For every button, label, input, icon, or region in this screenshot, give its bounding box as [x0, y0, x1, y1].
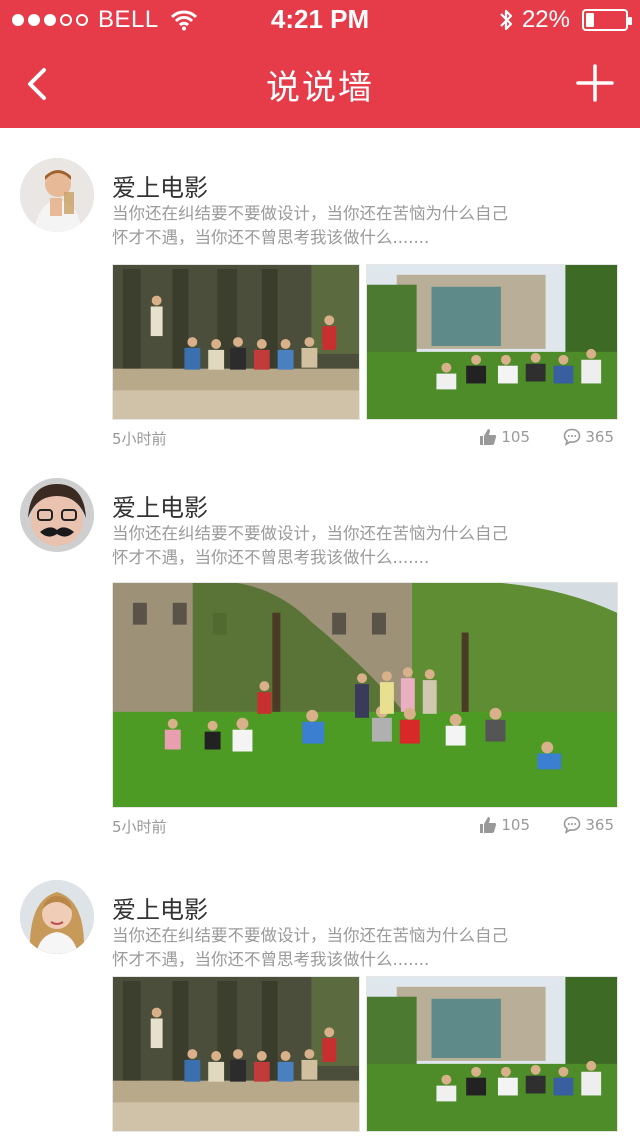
thumbs-up-icon: [480, 429, 497, 445]
nav-bar: 说说墙: [0, 40, 640, 128]
post-content-line: 怀才不遇，当你还不曾思考我该做什么.......: [112, 950, 430, 969]
like-button[interactable]: 105: [479, 816, 530, 834]
post-photo[interactable]: [366, 264, 618, 420]
post-content: 当你还在纠结要不要做设计，当你还在苦恼为什么自己 怀才不遇，当你还不曾思考我该做…: [112, 924, 552, 972]
username[interactable]: 爱上电影: [112, 488, 208, 523]
like-count: 105: [501, 428, 530, 446]
post-time: 5小时前: [112, 430, 167, 448]
status-bar: BELL 4:21 PM 22%: [0, 0, 640, 40]
plus-icon[interactable]: [576, 64, 614, 102]
comment-icon: [564, 428, 581, 446]
username[interactable]: 爱上电影: [112, 890, 208, 925]
post-meta: 5小时前 105 365: [112, 428, 618, 452]
post-meta: 5小时前 105 365: [112, 816, 618, 840]
username[interactable]: 爱上电影: [112, 168, 208, 203]
like-count: 105: [501, 816, 530, 834]
header: BELL 4:21 PM 22% 说说墙: [0, 0, 640, 128]
photo-grid: [112, 264, 618, 420]
photo-grid: [112, 582, 618, 808]
like-button[interactable]: 105: [479, 428, 530, 446]
battery-level: [586, 13, 594, 27]
comment-count: 365: [585, 428, 614, 446]
post-photo[interactable]: [112, 976, 360, 1132]
comment-button[interactable]: 365: [563, 816, 614, 834]
post-content-line: 怀才不遇，当你还不曾思考我该做什么.......: [112, 548, 430, 567]
avatar[interactable]: [20, 478, 94, 552]
post-content-line: 怀才不遇，当你还不曾思考我该做什么.......: [112, 228, 430, 247]
battery-percent: 22%: [521, 6, 570, 33]
comment-icon: [564, 816, 581, 834]
post-content: 当你还在纠结要不要做设计，当你还在苦恼为什么自己 怀才不遇，当你还不曾思考我该做…: [112, 522, 552, 570]
status-right: 22%: [498, 6, 632, 34]
post-photo[interactable]: [112, 264, 360, 420]
avatar[interactable]: [20, 158, 94, 232]
post-content: 当你还在纠结要不要做设计，当你还在苦恼为什么自己 怀才不遇，当你还不曾思考我该做…: [112, 202, 552, 250]
avatar[interactable]: [20, 880, 94, 954]
post-content-line: 当你还在纠结要不要做设计，当你还在苦恼为什么自己: [112, 204, 508, 223]
battery-icon: [582, 9, 632, 31]
post-time: 5小时前: [112, 818, 167, 836]
comment-count: 365: [585, 816, 614, 834]
thumbs-up-icon: [480, 817, 497, 833]
bluetooth-icon: [500, 9, 513, 31]
post-content-line: 当你还在纠结要不要做设计，当你还在苦恼为什么自己: [112, 524, 508, 543]
post-photo[interactable]: [366, 976, 618, 1132]
post-photo[interactable]: [112, 582, 618, 808]
comment-button[interactable]: 365: [563, 428, 614, 446]
post-content-line: 当你还在纠结要不要做设计，当你还在苦恼为什么自己: [112, 926, 508, 945]
page-title: 说说墙: [266, 68, 374, 108]
photo-grid: [112, 976, 618, 1132]
